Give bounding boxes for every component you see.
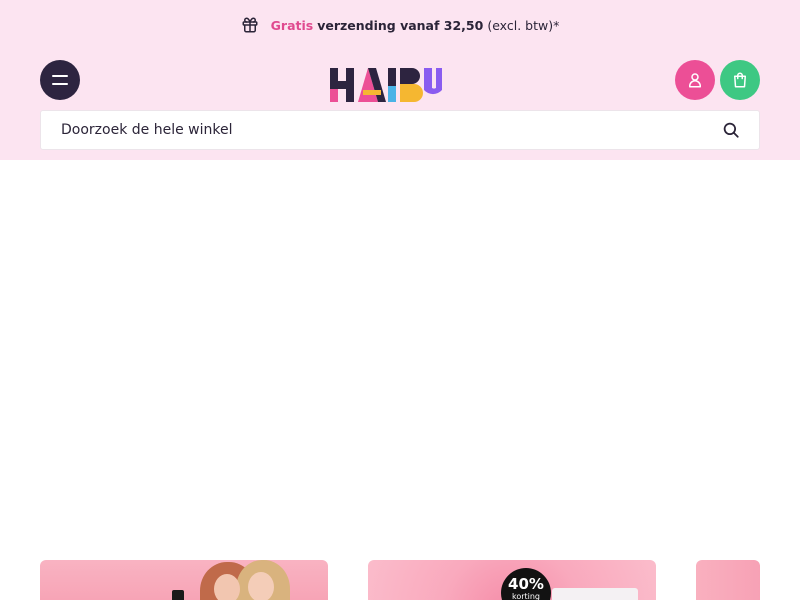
- search-button[interactable]: [711, 110, 751, 150]
- model-face: [214, 574, 240, 600]
- gift-icon: [241, 16, 259, 34]
- model-outfit: [172, 590, 184, 600]
- discount-percent: 40%: [508, 575, 544, 593]
- discount-label: korting: [511, 592, 541, 600]
- promo-note: (excl. btw)*: [487, 17, 560, 33]
- promo-bar: Gratis verzending vanaf 32,50 (excl. btw…: [0, 15, 800, 35]
- banner-partial[interactable]: [696, 560, 760, 600]
- promo-highlight: Gratis: [270, 17, 314, 33]
- logo[interactable]: [330, 68, 442, 102]
- banner-models[interactable]: [40, 560, 328, 600]
- discount-badge: 40% korting: [501, 568, 551, 600]
- haibu-logo-icon: [330, 68, 442, 102]
- search-bar: [40, 110, 760, 150]
- promo-text: verzending vanaf 32,50: [317, 17, 484, 33]
- menu-button[interactable]: [40, 60, 80, 100]
- shopping-bag-icon: [734, 72, 746, 88]
- account-button[interactable]: [675, 60, 715, 100]
- hamburger-icon: [52, 75, 68, 85]
- search-icon: [723, 122, 739, 138]
- product-image: [552, 588, 638, 600]
- search-input[interactable]: [41, 111, 711, 149]
- header: Gratis verzending vanaf 32,50 (excl. btw…: [0, 0, 800, 160]
- user-icon: [689, 73, 701, 88]
- model-face-2: [248, 572, 274, 600]
- cart-button[interactable]: [720, 60, 760, 100]
- banner-discount[interactable]: 40% korting: [368, 560, 656, 600]
